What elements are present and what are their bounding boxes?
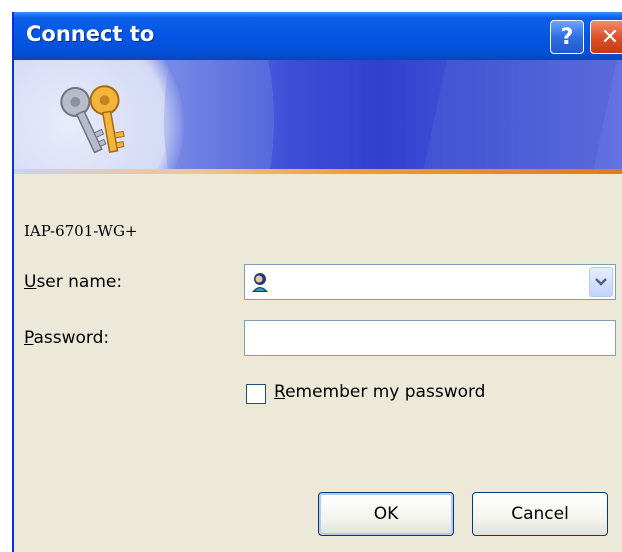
password-input[interactable]: [244, 320, 616, 356]
connect-dialog: Connect to ? ✕ IAP-6701-WG+ User name: P…: [12, 12, 622, 552]
password-label: Password:: [24, 328, 109, 348]
username-dropdown-button[interactable]: [589, 267, 613, 297]
remember-password-checkbox[interactable]: [246, 384, 266, 404]
chevron-down-icon: [595, 278, 607, 286]
keys-icon: [60, 85, 125, 154]
password-label-text: assword:: [33, 328, 110, 348]
ok-button[interactable]: OK: [318, 492, 454, 536]
username-combobox[interactable]: [244, 264, 616, 300]
remember-label-accel: R: [274, 382, 286, 402]
remember-label-text: emember my password: [285, 382, 486, 402]
cancel-button[interactable]: Cancel: [472, 492, 608, 536]
help-button[interactable]: ?: [550, 20, 584, 54]
username-input[interactable]: [275, 269, 579, 297]
window-title: Connect to: [26, 22, 155, 46]
password-label-accel: P: [24, 328, 34, 348]
banner-image: [14, 60, 622, 174]
user-avatar-icon: [252, 273, 268, 292]
remember-password-label[interactable]: Remember my password: [274, 382, 485, 402]
close-button[interactable]: ✕: [590, 20, 622, 54]
dialog-content: IAP-6701-WG+ User name: Password: Rememb…: [14, 174, 622, 552]
username-label-text: ser name:: [36, 272, 123, 292]
username-label: User name:: [24, 272, 122, 292]
username-label-accel: U: [24, 272, 37, 292]
server-name: IAP-6701-WG+: [24, 222, 138, 240]
title-bar[interactable]: Connect to ? ✕: [14, 12, 622, 60]
